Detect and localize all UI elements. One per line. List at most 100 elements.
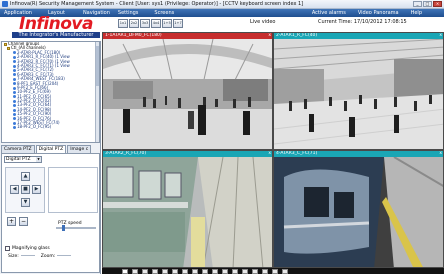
- tab-image[interactable]: Image c: [67, 145, 92, 153]
- size-control[interactable]: Size:: [8, 254, 35, 259]
- camera-icon: [13, 117, 16, 121]
- magnifying-label: Magnifying glass: [12, 246, 50, 251]
- ptz-center-button[interactable]: ■: [21, 185, 30, 194]
- maximize-button[interactable]: □: [423, 1, 432, 7]
- camera-icon: [13, 51, 16, 55]
- video-tile-3[interactable]: 3-ATAR2_R_FC(70) x: [102, 150, 273, 268]
- tile-close-icon[interactable]: x: [268, 33, 271, 39]
- zoom-slider[interactable]: [57, 254, 72, 257]
- camera-icon: [13, 82, 16, 86]
- ptz-panel: Digital PTZ ▼ ▲ ◀ ■ ▶ ▼ + − PTZ speed Ma…: [1, 153, 100, 273]
- camera-icon: [13, 112, 16, 116]
- layout-3x3-button[interactable]: 3x3: [140, 19, 150, 28]
- scroll-thumb[interactable]: [96, 46, 99, 86]
- screen-thumbnail[interactable]: [182, 268, 188, 274]
- logo-brand: Infinova: [19, 14, 94, 34]
- tab-camera-ptz[interactable]: Camera PTZ: [1, 145, 35, 153]
- ptz-left-button[interactable]: ◀: [10, 185, 19, 194]
- slider-knob[interactable]: [62, 225, 65, 231]
- video-tile-2[interactable]: 2-ATAR1_R_FC(40) x: [273, 32, 444, 150]
- screen-thumbnail[interactable]: [162, 268, 168, 274]
- menu-help[interactable]: Help: [405, 10, 444, 16]
- tab-digital-ptz[interactable]: Digital PTZ: [35, 145, 67, 153]
- ptz-mode-select[interactable]: Digital PTZ ▼: [4, 156, 42, 163]
- screen-thumbnail[interactable]: [172, 268, 178, 274]
- ptz-right-button[interactable]: ▶: [32, 185, 41, 194]
- zoom-label: Zoom:: [40, 254, 56, 259]
- app-icon: [2, 1, 8, 7]
- logo-tagline: The Integrator's Manufacturer: [12, 32, 100, 38]
- screen-thumbnail[interactable]: [192, 268, 198, 274]
- tile-3-header: 3-ATAR2_R_FC(70) x: [103, 151, 272, 157]
- magnifying-glass-checkbox[interactable]: Magnifying glass: [5, 246, 50, 251]
- layout-toolbar: 1x1 2x2 3x3 4x4 1+5 1+7: [118, 19, 183, 28]
- camera-icon: [13, 108, 16, 112]
- tile-close-icon[interactable]: x: [268, 151, 271, 157]
- minimize-button[interactable]: _: [413, 1, 422, 7]
- screen-thumbnail[interactable]: [282, 268, 288, 274]
- tile-4-label: 4-ATAR3_C_FC(71): [276, 151, 318, 156]
- control-tabs: Camera PTZ Digital PTZ Image c: [1, 145, 100, 153]
- screen-thumbnail[interactable]: [252, 268, 258, 274]
- tile-3-video: [103, 157, 272, 267]
- camera-icon: [13, 104, 16, 108]
- layout-1plus7-button[interactable]: 1+7: [173, 19, 183, 28]
- camera-icon: [13, 73, 16, 77]
- size-slider[interactable]: [20, 254, 35, 257]
- menu-settings[interactable]: Settings: [114, 10, 143, 16]
- menu-screens[interactable]: Screens: [142, 10, 178, 16]
- zoom-control[interactable]: Zoom:: [41, 254, 72, 259]
- camera-icon: [13, 69, 16, 73]
- screen-thumbnail[interactable]: [142, 268, 148, 274]
- tile-close-icon[interactable]: x: [439, 33, 442, 39]
- screen-thumbnail-strip: [102, 268, 444, 274]
- chevron-down-icon[interactable]: ▼: [36, 157, 41, 162]
- folder-icon: [4, 42, 7, 46]
- camera-icon: [13, 95, 16, 99]
- screen-thumbnail[interactable]: [212, 268, 218, 274]
- layout-4x4-button[interactable]: 4x4: [151, 19, 161, 28]
- channel-tree: Channel groups Ctl_(All channels) 2-ATAR…: [1, 41, 100, 143]
- screen-thumbnail[interactable]: [122, 268, 128, 274]
- camera-icon: [13, 60, 16, 64]
- screen-thumbnail[interactable]: [152, 268, 158, 274]
- layout-2x2-button[interactable]: 2x2: [129, 19, 139, 28]
- tile-3-label: 3-ATAR2_R_FC(70): [105, 151, 147, 156]
- tree-scrollbar[interactable]: [95, 42, 99, 142]
- tile-2-video: [274, 39, 443, 149]
- left-panel: Channel groups Ctl_(All channels) 2-ATAR…: [0, 41, 101, 274]
- tile-4-video: [274, 157, 443, 267]
- video-tile-1[interactable]: 1-1ATAR1_DFM0_FC(180) x: [102, 32, 273, 150]
- screen-thumbnail[interactable]: [242, 268, 248, 274]
- video-tile-4[interactable]: 4-ATAR3_C_FC(71) x: [273, 150, 444, 268]
- ptz-speed-slider[interactable]: [56, 225, 96, 231]
- ptz-direction-pad: ▲ ◀ ■ ▶ ▼: [5, 167, 45, 213]
- tile-1-label: 1-1ATAR1_DFM0_FC(180): [105, 33, 162, 38]
- ptz-up-button[interactable]: ▲: [21, 172, 30, 181]
- screen-thumbnail[interactable]: [222, 268, 228, 274]
- zoom-in-button[interactable]: +: [7, 217, 16, 226]
- layout-1plus5-button[interactable]: 1+5: [162, 19, 172, 28]
- menu-video-panorama[interactable]: Video Panorama: [352, 10, 405, 16]
- screen-thumbnail[interactable]: [202, 268, 208, 274]
- size-label: Size:: [8, 254, 19, 259]
- zoom-out-button[interactable]: −: [19, 217, 28, 226]
- camera-icon: [13, 99, 16, 103]
- close-button[interactable]: ×: [433, 1, 442, 7]
- layout-1x1-button[interactable]: 1x1: [118, 19, 128, 28]
- checkbox-box[interactable]: [5, 246, 10, 251]
- screen-thumbnail[interactable]: [232, 268, 238, 274]
- camera-icon: [13, 86, 16, 90]
- ptz-down-button[interactable]: ▼: [21, 198, 30, 207]
- menu-active-alarms[interactable]: Active alarms: [306, 10, 352, 16]
- tree-channel-label: 18-PF2_O_FC(95): [17, 124, 52, 130]
- camera-icon: [13, 77, 16, 81]
- tile-4-header: 4-ATAR3_C_FC(71) x: [274, 151, 443, 157]
- tile-close-icon[interactable]: x: [439, 151, 442, 157]
- live-video-label: Live video: [250, 19, 276, 25]
- screen-thumbnail[interactable]: [262, 268, 268, 274]
- screen-thumbnail[interactable]: [132, 268, 138, 274]
- magnifier-settings: Size: Zoom:: [8, 254, 72, 259]
- tree-channel-item[interactable]: 18-PF2_O_FC(95): [2, 124, 99, 130]
- screen-thumbnail[interactable]: [272, 268, 278, 274]
